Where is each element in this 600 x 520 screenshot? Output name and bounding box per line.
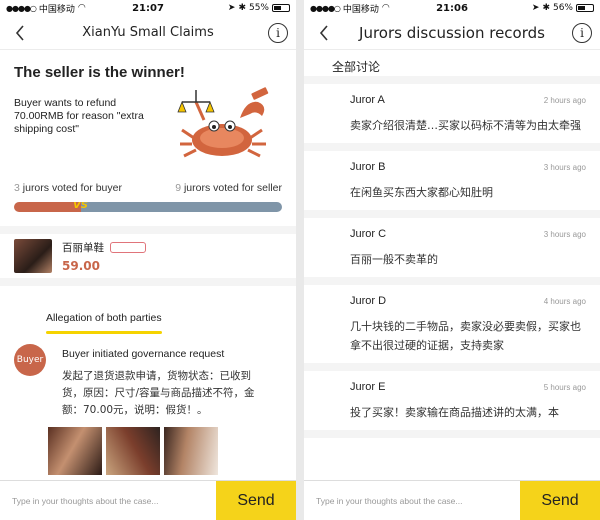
product-info: 百丽单鞋 59.00 [62, 240, 146, 273]
juror-comment: 几十块钱的二手物品，卖家没必要卖假，买家也拿不出很过硬的证据，支持卖家 [350, 320, 581, 352]
section-title: 全部讨论 [304, 50, 600, 84]
juror-comment-list: Juror A 2 hours ago 卖家介绍很清楚…买家以码标不清等为由太牵强… [304, 84, 600, 438]
vote-summary: 3 jurors voted for buyer 9 jurors voted … [0, 182, 296, 194]
vs-badge: VS [73, 202, 88, 211]
comment-time: 3 hours ago [543, 163, 586, 172]
buyer-vote-count: 3 [14, 182, 20, 194]
product-thumbnail [14, 239, 52, 273]
comment-time: 5 hours ago [543, 383, 586, 392]
small-claims-screen: ●●●●○ 中国移动 ◠ 21:07 ➤ ✱ 55% XianYu Small … [0, 0, 296, 520]
back-button[interactable] [314, 22, 334, 44]
buyer-vote-label: jurors voted for buyer [22, 182, 122, 194]
battery-icon [576, 4, 594, 12]
status-bar: ●●●●○ 中国移动 ◠ 21:06 ➤ ✱ 56% [304, 0, 600, 16]
battery-fill [578, 6, 585, 10]
juror-name: Juror B [350, 161, 386, 173]
list-item: Juror D 4 hours ago 几十块钱的二手物品，卖家没必要卖假，买家也… [304, 285, 600, 371]
section-divider [0, 226, 296, 234]
page-title: Jurors discussion records [359, 23, 545, 42]
juror-comment: 百丽一般不卖革的 [350, 253, 438, 266]
comment-bar: Send [304, 480, 600, 520]
battery-fill [274, 6, 281, 10]
juror-comment: 卖家介绍很清楚…买家以码标不清等为由太牵强 [350, 119, 581, 132]
back-button[interactable] [10, 22, 30, 44]
verdict-reason: Buyer wants to refund 70.00RMB for reaso… [14, 97, 144, 135]
juror-name: Juror A [350, 94, 385, 106]
evidence-photo[interactable] [48, 427, 102, 475]
tab-bar: Allegation of both parties [0, 278, 296, 334]
buyer-vote-segment [14, 202, 81, 212]
juror-name: Juror E [350, 381, 386, 393]
seller-vote-count: 9 [175, 182, 182, 194]
vote-ratio-bar: VS [14, 202, 282, 212]
clock: 21:07 [132, 2, 164, 14]
info-button[interactable]: i [268, 23, 288, 43]
comment-input[interactable] [304, 481, 520, 520]
list-item: Juror C 3 hours ago 百丽一般不卖革的 [304, 218, 600, 285]
product-name: 百丽单鞋 [62, 241, 104, 254]
juror-comment: 投了买家！卖家输在商品描述讲的太满，本 [350, 406, 559, 419]
avatar: Buyer [14, 344, 46, 376]
post-text: 发起了退货退款申请，货物状态：已收到货，原因：尺寸/容量与商品描述不符，金额：7… [62, 370, 255, 416]
seller-votes: 9 jurors voted for seller [175, 182, 282, 194]
nav-bar: XianYu Small Claims i [0, 16, 296, 50]
verdict-headline: The seller is the winner! [14, 64, 185, 81]
product-price: 59.00 [62, 258, 100, 273]
clock: 21:06 [436, 2, 468, 14]
evidence-photo[interactable] [106, 427, 160, 475]
list-item: Juror E 5 hours ago 投了买家！卖家输在商品描述讲的太满，本 [304, 371, 600, 438]
evidence-photos [48, 427, 296, 475]
send-button[interactable]: Send [520, 481, 600, 520]
page-title: XianYu Small Claims [82, 25, 214, 40]
verdict-card: The seller is the winner! Buyer wants to… [0, 50, 296, 168]
chevron-left-icon [319, 25, 328, 41]
buyer-post: Buyer Buyer initiated governance request… [0, 326, 296, 419]
comment-time: 3 hours ago [543, 230, 586, 239]
comment-bar: Send [0, 480, 296, 520]
evidence-photo[interactable] [164, 427, 218, 475]
crab-judge-illustration-icon [177, 87, 269, 158]
post-title: Buyer initiated governance request [62, 348, 225, 360]
battery-icon [272, 4, 290, 12]
status-bar: ●●●●○ 中国移动 ◠ 21:07 ➤ ✱ 55% [0, 0, 296, 16]
product-card[interactable]: 百丽单鞋 59.00 [0, 234, 296, 278]
chevron-left-icon [15, 25, 24, 41]
list-item: Juror B 3 hours ago 在闲鱼买东西大家都心知肚明 [304, 151, 600, 218]
buyer-votes: 3 jurors voted for buyer [14, 182, 122, 194]
tab-allegations[interactable]: Allegation of both parties [46, 312, 162, 334]
comment-time: 4 hours ago [543, 297, 586, 306]
seller-vote-label: jurors voted for seller [183, 182, 282, 194]
redacted-label [110, 241, 146, 253]
comment-time: 2 hours ago [543, 96, 586, 105]
juror-name: Juror D [350, 295, 387, 307]
nav-bar: Jurors discussion records i [304, 16, 600, 50]
product-name-row: 百丽单鞋 [62, 240, 146, 255]
jurors-discussion-screen: ●●●●○ 中国移动 ◠ 21:06 ➤ ✱ 56% Jurors discus… [304, 0, 600, 520]
list-item: Juror A 2 hours ago 卖家介绍很清楚…买家以码标不清等为由太牵强 [304, 84, 600, 151]
juror-name: Juror C [350, 228, 387, 240]
juror-comment: 在闲鱼买东西大家都心知肚明 [350, 186, 493, 199]
post-body: Buyer initiated governance request 发起了退货… [62, 344, 270, 419]
comment-input[interactable] [0, 481, 216, 520]
seller-vote-segment [81, 202, 282, 212]
send-button[interactable]: Send [216, 481, 296, 520]
info-button[interactable]: i [572, 23, 592, 43]
